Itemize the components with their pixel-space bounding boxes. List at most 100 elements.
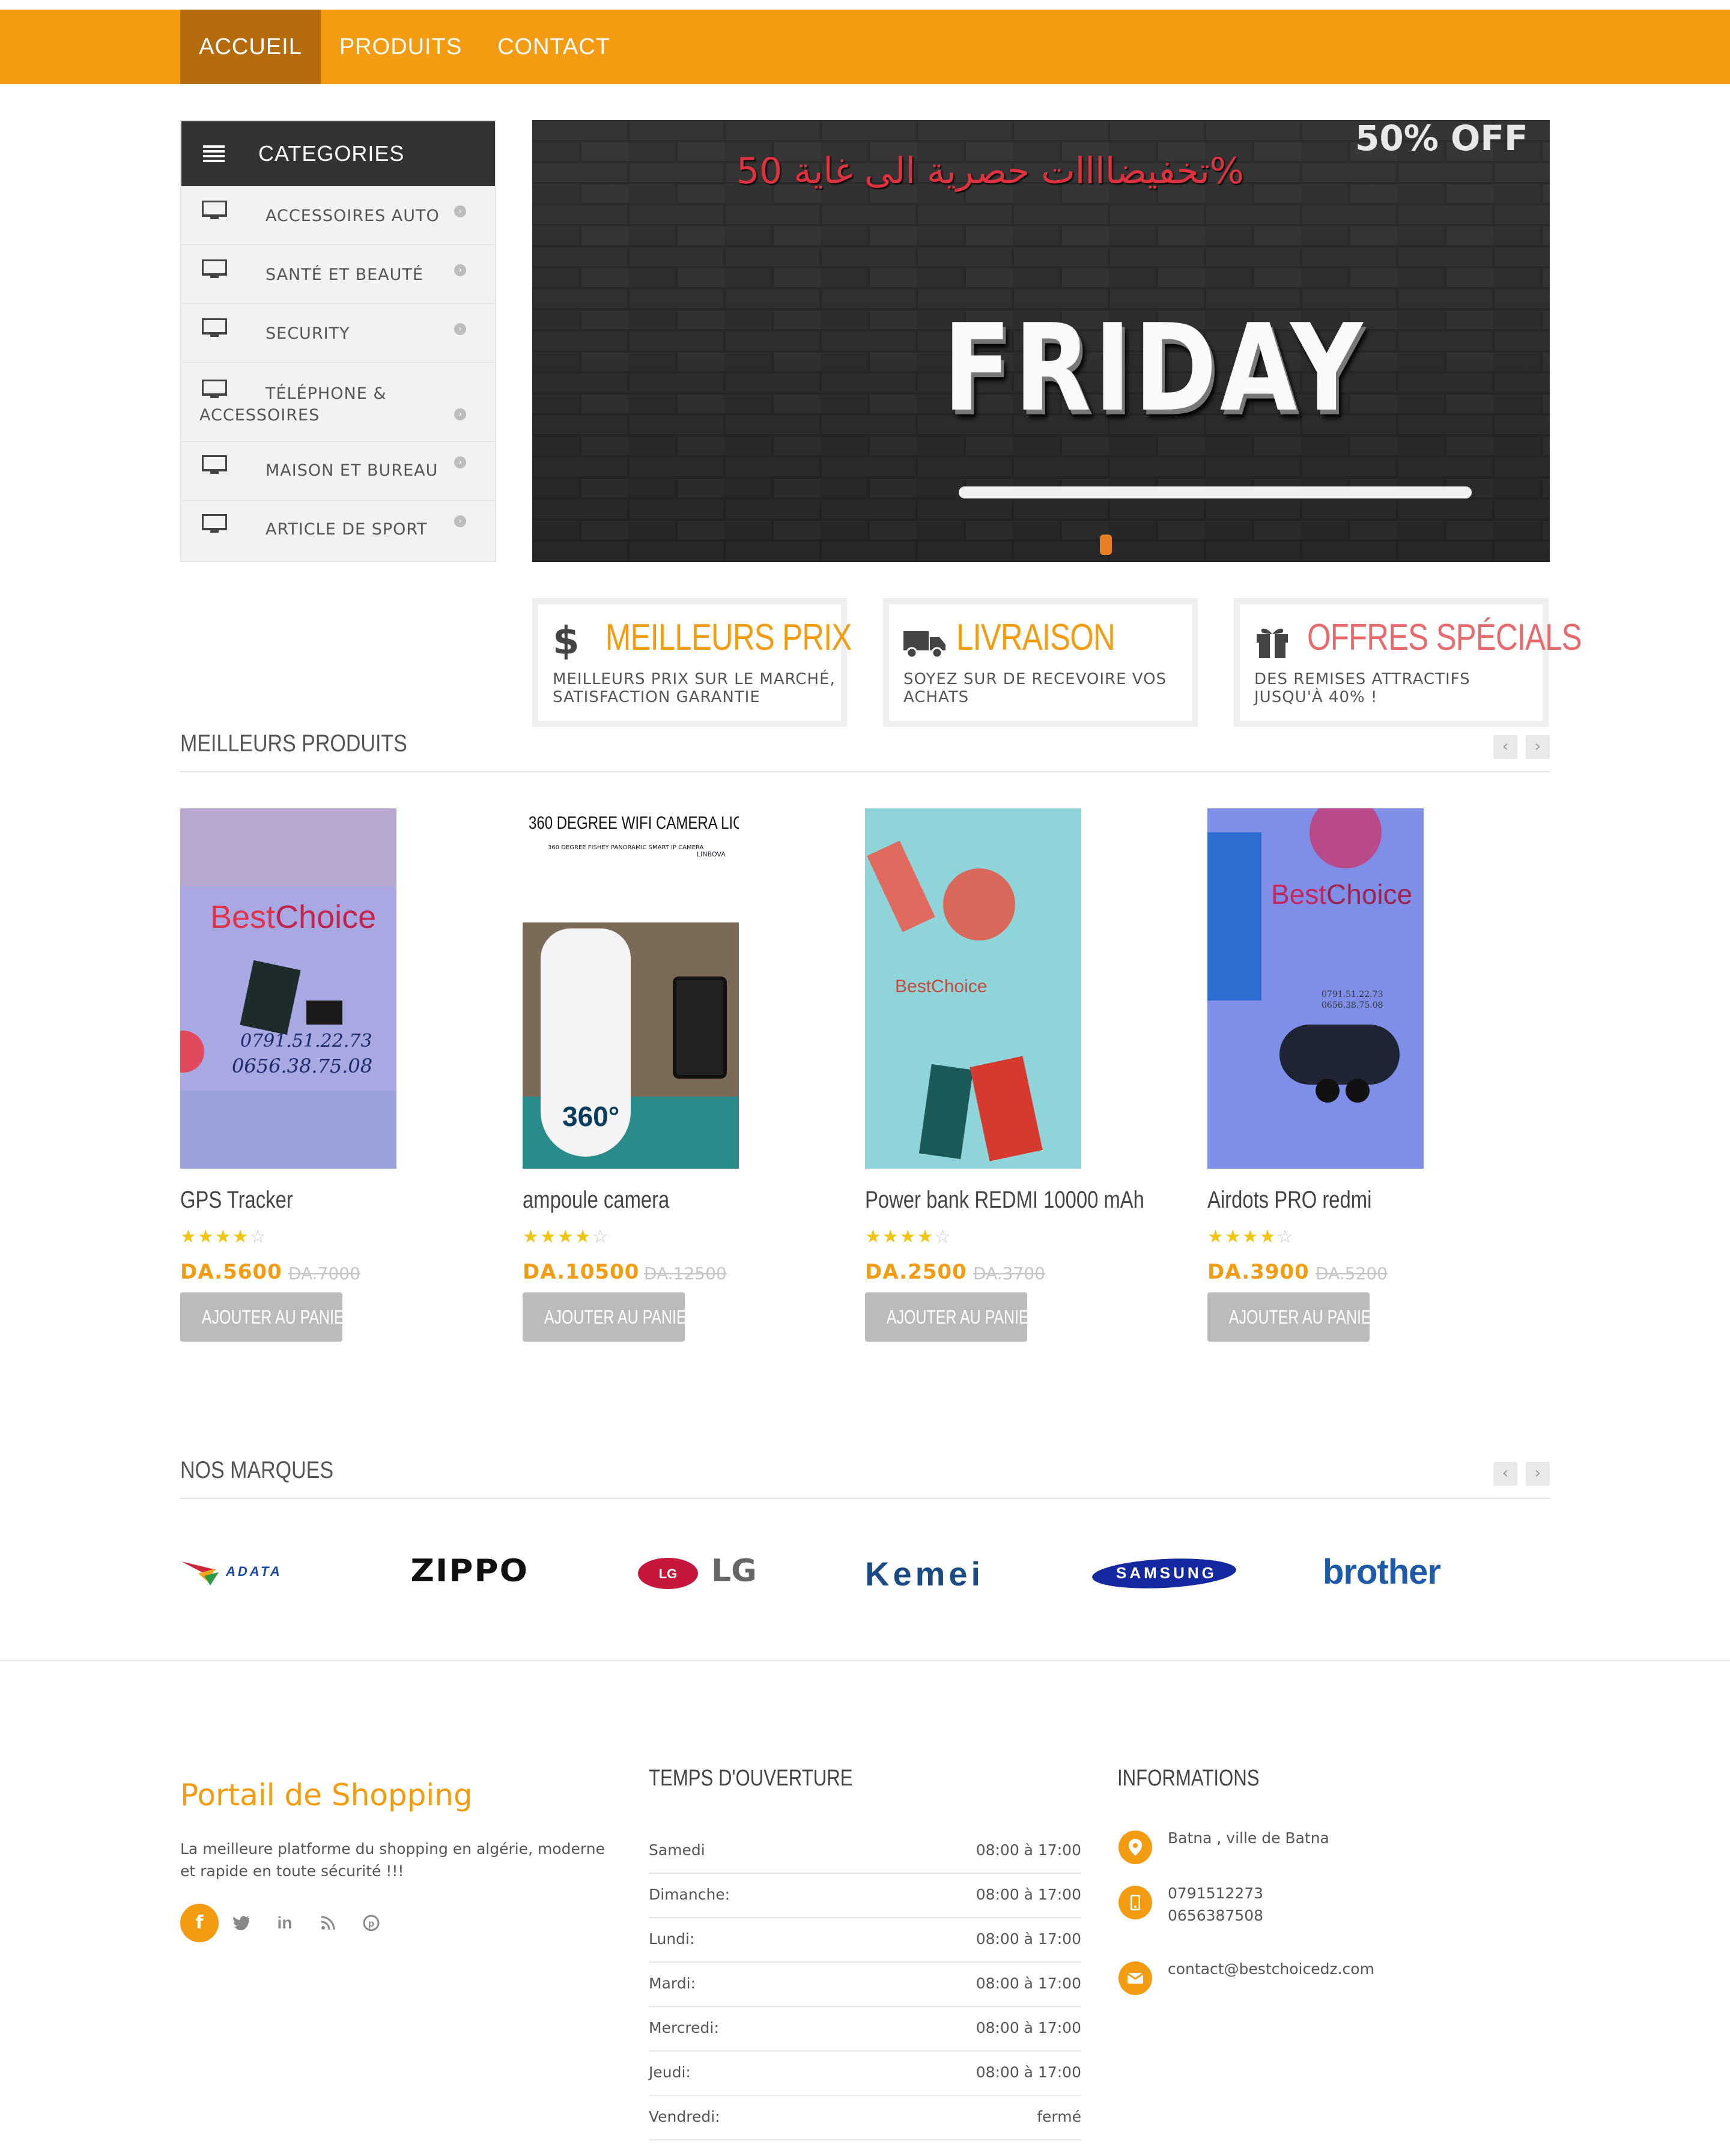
feature-delivery: LIVRAISON SOYEZ SUR DE RECEVOIRE VOS ACH… [883, 598, 1198, 727]
brand-logo-zippo[interactable]: ZIPPO [408, 1549, 553, 1597]
product-image[interactable]: 360 DEGREE WIFI CAMERA LIGHT 360 DEGREE … [523, 808, 739, 1169]
brands-prev-button[interactable]: ‹ [1493, 1462, 1517, 1486]
nav-item-produits[interactable]: PRODUITS [321, 10, 481, 84]
divider [180, 771, 1550, 772]
hours-row: Lundi: 08:00 à 17:00 [649, 1918, 1081, 1963]
sidebar-item-sante-beaute[interactable]: SANTÉ ET BEAUTÉ › [181, 245, 495, 304]
sidebar-item-label: ARTICLE DE SPORT [266, 520, 428, 539]
nav-item-contact[interactable]: CONTACT [481, 10, 627, 84]
brand-name: ADATA [226, 1564, 282, 1579]
chevron-right-icon: › [454, 408, 466, 420]
img-brand-text: Best [895, 977, 932, 996]
categories-header: CATEGORIES [181, 121, 495, 186]
hours-row: Dimanche: 08:00 à 17:00 [649, 1874, 1081, 1918]
hours-time: fermé [1037, 2108, 1081, 2125]
sidebar-item-label: ACCESSOIRES AUTO [266, 207, 440, 225]
mobile-icon [1118, 1886, 1152, 1919]
address-text: Batna , ville de Batna [1168, 1829, 1329, 1847]
product-old-price: DA.12500 [644, 1264, 727, 1283]
twitter-icon[interactable] [222, 1904, 261, 1942]
facebook-icon[interactable]: f [180, 1904, 219, 1942]
dollar-icon: $ [553, 619, 580, 664]
sidebar-item-article-sport[interactable]: ARTICLE DE SPORT › [181, 501, 495, 561]
brand-name: SAMSUNG [1116, 1564, 1217, 1582]
chevron-right-icon: › [454, 456, 466, 468]
hours-day: Jeudi: [649, 2064, 691, 2081]
feature-title: LIVRAISON [956, 617, 1115, 658]
img-phone-text: 0656.38.75.08 [1322, 1001, 1383, 1010]
brands-next-button[interactable]: › [1526, 1462, 1550, 1486]
chevron-right-icon: › [454, 264, 466, 276]
brand-logo-adata[interactable]: ADATA [180, 1549, 330, 1597]
add-to-cart-button[interactable]: AJOUTER AU PANIER [180, 1292, 355, 1342]
info-title: INFORMATIONS [1117, 1766, 1260, 1791]
img-subheadline: 360 DEGREE FISHEY PANORAMIC SMART IP CAM… [548, 844, 704, 851]
lg-logo-mark: LG [638, 1558, 698, 1589]
banner-title: FRIDAY [943, 298, 1366, 438]
hours-row: Vendredi: fermé [649, 2096, 1081, 2140]
feature-desc: DES REMISES ATTRACTIFS JUSQU'À 40% ! [1254, 670, 1470, 706]
hours-time: 08:00 à 17:00 [976, 1930, 1081, 1948]
brand-logo-kemei[interactable]: Kemei [863, 1549, 1019, 1597]
brand-name: ZIPPO [410, 1553, 529, 1589]
pinterest-icon[interactable]: p [352, 1904, 390, 1942]
nav-item-accueil[interactable]: ACCUEIL [180, 10, 321, 84]
img-headline: 360 DEGREE WIFI CAMERA LIGHT [529, 813, 739, 833]
hours-time: 08:00 à 17:00 [976, 1886, 1081, 1903]
product-image[interactable]: BestChoice 0791.51.22.73 0656.38.75.08 [180, 808, 396, 1169]
sidebar-item-maison-bureau[interactable]: MAISON ET BUREAU › [181, 442, 495, 501]
categories-panel: CATEGORIES ACCESSOIRES AUTO › SANTÉ ET B… [180, 120, 496, 562]
hours-time: 08:00 à 17:00 [976, 2064, 1081, 2081]
power-bank [918, 1064, 974, 1160]
divider [180, 1498, 1550, 1499]
product-name[interactable]: GPS Tracker [180, 1187, 293, 1214]
linkedin-icon[interactable]: in [266, 1904, 304, 1942]
product-price: DA.10500 [523, 1260, 640, 1284]
product-name[interactable]: ampoule camera [523, 1187, 669, 1214]
monitor-icon [202, 514, 227, 533]
brand-name: LG [711, 1553, 757, 1589]
monitor-icon [202, 201, 227, 219]
brand-logo-brother[interactable]: brother [1320, 1549, 1477, 1597]
product-box [1207, 832, 1261, 1001]
carousel-next-button[interactable]: › [1526, 735, 1550, 759]
product-old-price: DA.5200 [1316, 1264, 1388, 1283]
promo-banner[interactable]: 50% OFF تخفيضاااات حصرية الى غاية 50% FR… [532, 120, 1550, 562]
hours-time: 08:00 à 17:00 [976, 2019, 1081, 2036]
chevron-right-icon: › [454, 515, 466, 527]
hours-row: Samedi 08:00 à 17:00 [649, 1829, 1081, 1874]
hours-day: Lundi: [649, 1930, 695, 1948]
img-badge: 360° [562, 1101, 620, 1132]
sidebar-item-telephone-accessoires[interactable]: TÉLÉPHONE & ACCESSOIRES › [181, 363, 495, 442]
hours-row: Jeudi: 08:00 à 17:00 [649, 2052, 1081, 2096]
sidebar-item-accessoires-auto[interactable]: ACCESSOIRES AUTO › [181, 186, 495, 245]
hours-row: Mercredi: 08:00 à 17:00 [649, 2007, 1081, 2052]
sidebar-item-security[interactable]: SECURITY › [181, 304, 495, 363]
product-image[interactable]: BestChoice 0791.51.22.73 0656.38.75.08 [1207, 808, 1424, 1169]
carousel-prev-button[interactable]: ‹ [1493, 735, 1517, 759]
rating-stars: ★★★★☆ [865, 1226, 952, 1247]
feature-best-price: $ MEILLEURS PRIX MEILLEURS PRIX SUR LE M… [532, 598, 852, 727]
product-image[interactable]: BestChoice [865, 808, 1081, 1169]
chevron-right-icon: › [454, 205, 466, 217]
rss-icon[interactable] [309, 1904, 347, 1942]
img-brand-text: Choice [275, 899, 377, 935]
email-link[interactable]: contact@bestchoicedz.com [1168, 1958, 1374, 1980]
product-name[interactable]: Power bank REDMI 10000 mAh [865, 1187, 1144, 1214]
add-to-cart-button[interactable]: AJOUTER AU PANIER [1207, 1292, 1382, 1342]
product-name[interactable]: Airdots PRO redmi [1207, 1187, 1371, 1214]
feature-title: MEILLEURS PRIX [606, 617, 852, 658]
img-brand-text: Choice [1326, 879, 1413, 910]
brand-logo-samsung[interactable]: SAMSUNG [1092, 1549, 1242, 1597]
earbud [1316, 1079, 1340, 1103]
hours-time: 08:00 à 17:00 [976, 1841, 1081, 1859]
monitor-icon [202, 455, 227, 474]
envelope-icon [1118, 1961, 1152, 1995]
footer-about: La meilleure platforme du shopping en al… [180, 1840, 605, 1880]
add-to-cart-button[interactable]: AJOUTER AU PANIER [523, 1292, 697, 1342]
gift-icon [1257, 628, 1288, 658]
add-to-cart-button[interactable]: AJOUTER AU PANIER [865, 1292, 1040, 1342]
monitor-icon [202, 380, 227, 398]
hours-day: Vendredi: [649, 2108, 720, 2125]
brand-logo-lg[interactable]: LG LG [637, 1549, 793, 1597]
